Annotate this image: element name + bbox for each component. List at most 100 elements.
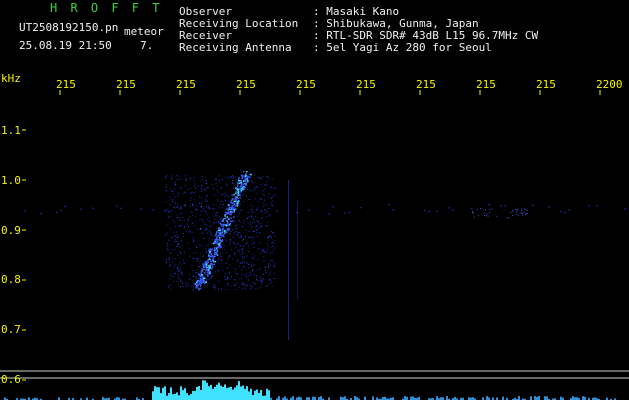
noise-speck <box>225 239 227 241</box>
noise-speck <box>182 282 184 284</box>
noise-speck <box>188 248 190 250</box>
meteor-dot <box>208 258 211 260</box>
noise-speck <box>189 230 191 232</box>
noise-speck <box>248 275 250 277</box>
noise-speck <box>259 268 261 270</box>
noise-speck <box>272 232 274 234</box>
noise-speck <box>208 283 210 285</box>
noise-speck <box>234 243 236 245</box>
noise-speck <box>252 206 254 208</box>
noise-speck <box>264 184 265 186</box>
noise-speck <box>487 213 489 215</box>
noise-speck <box>183 235 185 237</box>
noise-speck <box>251 181 253 183</box>
filename-label: UT2508192150.pn <box>19 21 119 34</box>
noise-speck <box>204 223 206 225</box>
noise-speck <box>184 184 186 186</box>
noise-speck <box>262 175 264 177</box>
noise-speck <box>173 276 175 278</box>
noise-speck <box>255 188 257 190</box>
noise-speck <box>205 200 207 202</box>
noise-speck <box>206 200 208 202</box>
noise-speck <box>252 265 254 267</box>
x-tick-label: 215 <box>416 78 436 91</box>
noise-speck <box>202 261 204 263</box>
noise-speck <box>241 226 243 228</box>
meteor-dot <box>215 234 217 236</box>
meteor-dot <box>195 287 198 289</box>
noise-speck <box>246 261 248 263</box>
noise-speck <box>260 283 262 285</box>
noise-speck <box>273 187 275 189</box>
meteor-dot <box>236 203 238 205</box>
noise-speck <box>504 205 506 207</box>
noise-speck <box>484 212 486 214</box>
noise-speck <box>251 190 253 192</box>
noise-speck <box>259 242 261 244</box>
noise-speck <box>588 205 590 207</box>
noise-speck <box>197 209 199 211</box>
meteor-dot <box>216 251 218 253</box>
noise-speck <box>179 262 180 264</box>
noise-speck <box>229 176 231 178</box>
noise-speck <box>273 265 274 267</box>
noise-speck <box>240 253 242 255</box>
noise-speck <box>206 283 208 284</box>
noise-speck <box>266 252 268 254</box>
noise-speck <box>328 213 330 215</box>
meteor-dot <box>206 264 208 266</box>
noise-speck <box>348 212 350 214</box>
meteor-dot <box>250 173 252 176</box>
noise-speck <box>183 226 185 228</box>
histogram-bar <box>278 396 280 400</box>
histogram-bar <box>216 384 218 400</box>
noise-speck <box>268 208 270 209</box>
noise-speck <box>220 256 222 257</box>
meteor-dot <box>239 188 241 190</box>
meteor-dot <box>235 187 237 189</box>
noise-speck <box>200 202 202 204</box>
noise-speck <box>199 260 201 262</box>
noise-speck <box>217 200 219 202</box>
noise-speck <box>267 237 269 239</box>
noise-speck <box>525 213 527 215</box>
meteor-dot <box>219 239 221 241</box>
noise-speck <box>271 242 273 244</box>
histogram-bar <box>184 388 186 400</box>
noise-speck <box>177 245 179 247</box>
noise-speck <box>268 237 270 239</box>
noise-speck <box>253 246 255 248</box>
noise-speck <box>236 260 238 262</box>
meteor-dot <box>222 219 224 222</box>
meteor-dot <box>237 197 239 200</box>
noise-speck <box>515 208 517 210</box>
noise-speck <box>210 232 212 234</box>
noise-speck <box>256 232 258 234</box>
noise-speck <box>266 225 268 227</box>
noise-speck <box>216 189 218 191</box>
noise-speck <box>242 245 244 247</box>
noise-speck <box>485 215 487 217</box>
noise-speck <box>219 203 221 205</box>
noise-speck <box>258 248 260 250</box>
histogram-bar <box>256 389 258 400</box>
noise-speck <box>251 211 252 212</box>
meteor-dot <box>194 283 197 285</box>
noise-speck <box>262 190 264 192</box>
noise-speck <box>172 190 174 192</box>
histogram-bar <box>214 386 216 400</box>
noise-speck <box>248 279 249 281</box>
meteor-dot <box>216 232 218 234</box>
noise-speck <box>274 194 276 196</box>
noise-speck <box>230 231 232 232</box>
meteor-dot <box>224 215 226 217</box>
noise-speck <box>234 231 236 233</box>
noise-speck <box>207 204 209 206</box>
meteor-dot <box>232 198 234 201</box>
noise-speck <box>206 219 208 221</box>
noise-speck <box>227 276 229 278</box>
noise-speck <box>270 283 272 284</box>
noise-speck <box>200 190 202 192</box>
meteor-dot <box>236 188 238 191</box>
noise-speck <box>243 220 245 222</box>
